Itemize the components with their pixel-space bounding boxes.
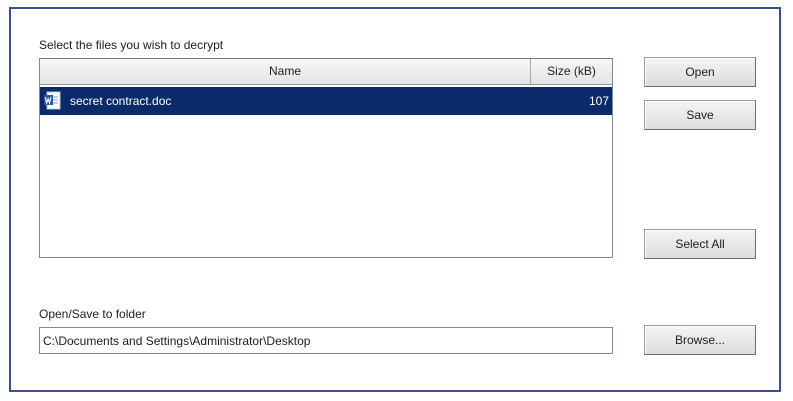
file-list-header: Name Size (kB): [40, 59, 612, 85]
column-header-name[interactable]: Name: [40, 59, 531, 84]
file-size: 107: [588, 94, 609, 108]
save-button[interactable]: Save: [644, 100, 756, 130]
column-header-size[interactable]: Size (kB): [531, 59, 612, 84]
file-list[interactable]: Name Size (kB) secret contract.doc 107: [39, 58, 613, 258]
folder-path-field[interactable]: [39, 327, 613, 354]
folder-label: Open/Save to folder: [39, 307, 146, 321]
decrypt-dialog-page: Select the files you wish to decrypt Nam…: [0, 0, 793, 401]
browse-button[interactable]: Browse...: [644, 325, 756, 355]
select-all-button[interactable]: Select All: [644, 229, 756, 259]
open-button[interactable]: Open: [644, 57, 756, 87]
file-row[interactable]: secret contract.doc 107: [40, 87, 612, 115]
word-document-icon: [44, 91, 61, 110]
files-label: Select the files you wish to decrypt: [39, 38, 224, 52]
file-name: secret contract.doc: [70, 94, 172, 108]
